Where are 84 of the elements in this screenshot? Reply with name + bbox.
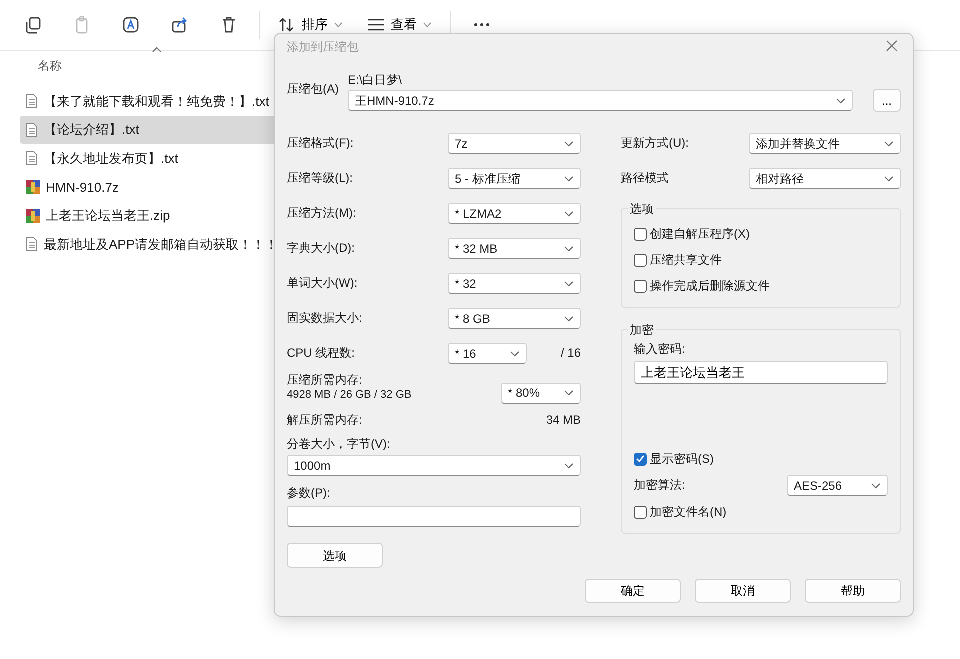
dropdown[interactable]: 添加并替换文件 — [749, 133, 901, 154]
dropdown[interactable]: * 8 GB — [448, 308, 581, 329]
caret-icon — [334, 22, 343, 28]
chevron-icon — [564, 280, 574, 286]
password-field[interactable]: 上老王论坛当老王 — [634, 361, 888, 384]
checkbox-label: 加密文件名(N) — [650, 504, 727, 520]
list-icon — [367, 18, 385, 32]
file-item[interactable]: 上老王论坛当老王.zip — [20, 202, 280, 230]
sort-icon — [278, 17, 296, 33]
chevron-icon — [836, 98, 846, 104]
chevron-icon — [884, 140, 894, 146]
field-label: 更新方式(U): — [621, 136, 689, 151]
text-file-icon — [26, 151, 38, 166]
chevron-icon — [884, 176, 894, 182]
options-button[interactable]: 选项 — [287, 543, 383, 568]
dropdown[interactable]: * LZMA2 — [448, 203, 581, 224]
field-label: 字典大小(D): — [287, 241, 355, 256]
field-label: 解压所需内存: — [287, 412, 362, 428]
archive-name-combo[interactable]: 王HMN-910.7z — [348, 90, 853, 111]
field-label: 加密算法: — [634, 478, 686, 493]
checkbox[interactable] — [634, 506, 647, 518]
field-label: CPU 线程数: — [287, 346, 356, 361]
file-item[interactable]: 【永久地址发布页】.txt — [20, 144, 280, 174]
memory-value: 34 MB — [546, 412, 581, 428]
field-label: 压缩格式(F): — [287, 136, 354, 151]
dropdown[interactable]: 7z — [448, 133, 581, 154]
dropdown[interactable]: * 32 — [448, 273, 581, 294]
path-text: E:\白日梦\ — [348, 74, 404, 87]
memory-usage: 4928 MB / 26 GB / 32 GB — [287, 388, 412, 403]
checkbox-label: 显示密码(S) — [650, 452, 714, 466]
field-label: 分卷大小，字节(V): — [287, 437, 392, 452]
parameters-field[interactable] — [287, 506, 581, 527]
dropdown[interactable]: * 32 MB — [448, 238, 581, 259]
chevron-icon — [871, 482, 881, 488]
field-label: 输入密码: — [634, 342, 686, 357]
browse-button[interactable]: ... — [873, 89, 901, 112]
dialog-button[interactable]: 确定 — [585, 579, 681, 603]
checkbox-label: 操作完成后删除源文件 — [650, 278, 770, 294]
file-item[interactable]: HMN-910.7z — [20, 173, 280, 202]
field-label: 参数(P): — [287, 486, 332, 501]
checkbox-label: 压缩共享文件 — [650, 252, 722, 268]
checkbox[interactable] — [634, 228, 647, 240]
chevron-icon — [564, 316, 574, 322]
sort-caret-icon — [152, 47, 162, 53]
dropdown[interactable]: 5 - 标准压缩 — [448, 168, 581, 189]
chevron-icon — [564, 140, 574, 146]
file-item[interactable]: 最新地址及APP请发邮箱自动获取！！！ — [20, 230, 280, 260]
checkbox[interactable] — [634, 452, 647, 466]
field-label: 路径模式 — [621, 171, 669, 186]
field-label: 压缩方法(M): — [287, 206, 356, 221]
dropdown[interactable]: 1000m — [287, 455, 581, 476]
text-file-icon — [26, 94, 38, 109]
checkbox[interactable] — [634, 280, 647, 292]
archive-icon — [26, 209, 40, 224]
view-menu[interactable]: 查看 — [355, 9, 444, 41]
column-header[interactable]: 名称 — [38, 57, 62, 75]
chevron-icon — [564, 246, 574, 252]
chevron-icon — [564, 462, 574, 468]
group-title: 选项 — [628, 200, 656, 218]
chevron-icon — [564, 210, 574, 216]
text-file-icon — [26, 237, 38, 252]
dropdown[interactable]: * 16 — [448, 343, 527, 364]
field-label: 压缩包(A) — [287, 81, 340, 98]
chevron-icon — [510, 350, 520, 356]
field-label: 压缩所需内存: — [287, 373, 364, 388]
field-label: 压缩等级(L): — [287, 171, 353, 186]
dropdown[interactable]: 相对路径 — [749, 168, 901, 189]
caret-icon — [423, 22, 432, 28]
field-label: 固实数据大小: — [287, 311, 362, 326]
dropdown[interactable]: AES-256 — [787, 475, 888, 496]
archive-icon — [26, 180, 40, 194]
checkbox-label: 创建自解压程序(X) — [650, 226, 750, 242]
thread-total: / 16 — [560, 346, 581, 361]
text-file-icon — [26, 122, 38, 138]
chevron-icon — [564, 390, 574, 396]
file-item[interactable]: 【来了就能下载和观看！纯免费！】.txt — [20, 87, 280, 116]
dialog-button[interactable]: 帮助 — [805, 579, 901, 603]
sort-menu[interactable]: 排序 — [266, 9, 355, 41]
chevron-icon — [564, 176, 574, 182]
dropdown[interactable]: * 80% — [501, 382, 581, 404]
dialog-button[interactable]: 取消 — [695, 579, 791, 603]
dialog-title: 添加到压缩包 — [287, 39, 359, 56]
checkbox[interactable] — [634, 254, 647, 266]
field-label: 单词大小(W): — [287, 276, 358, 291]
